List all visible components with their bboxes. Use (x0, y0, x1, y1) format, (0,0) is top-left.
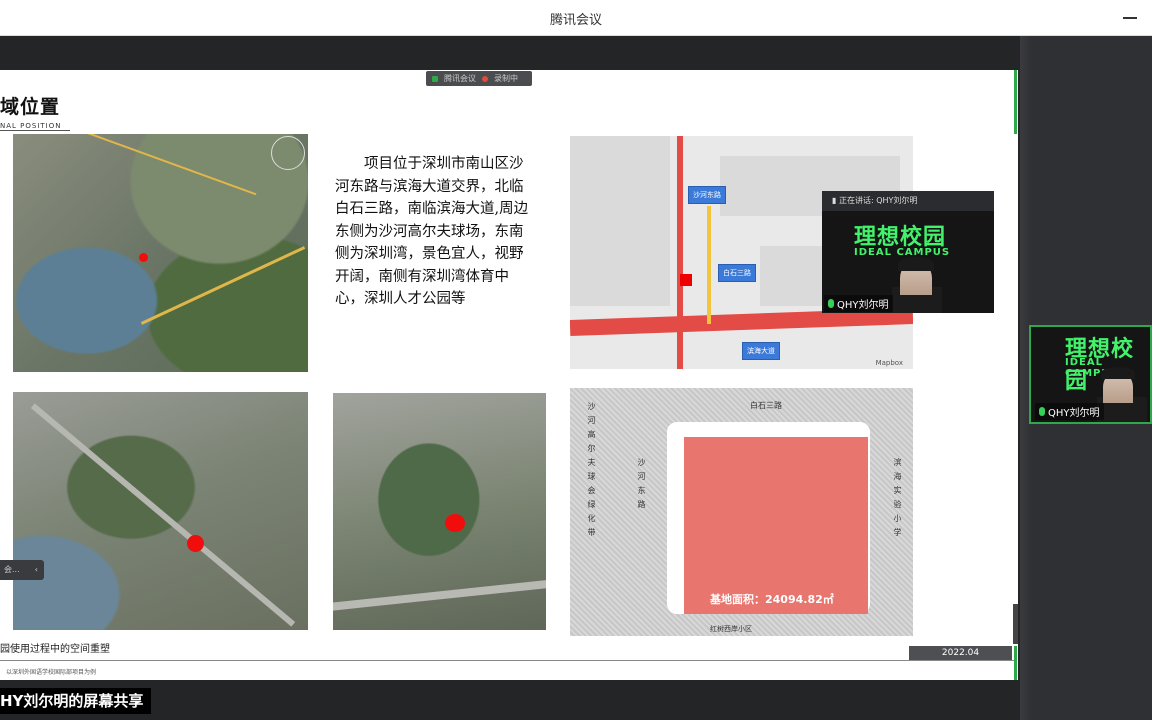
site-area (684, 437, 868, 614)
map-attribution: Mapbox (875, 359, 903, 367)
record-icon (482, 75, 488, 82)
slide-title: 域位置 (0, 96, 61, 118)
site-plan: 白石三路 沙河高尔夫球会绿化带 沙河东路 滨海实验小学 基地面积：24094.8… (570, 388, 913, 636)
mic-icon (1039, 407, 1045, 416)
site-marker (187, 535, 204, 552)
title-bar: 腾讯会议 (0, 0, 1152, 36)
participant-name: QHY刘尔明 (1035, 403, 1104, 420)
meeting-icon (432, 75, 438, 82)
participant-name: QHY刘尔明 (824, 295, 893, 312)
slide-footer-title: 园使用过程中的空间重塑 (0, 644, 110, 655)
speaking-indicator: ▮ 正在讲话: QHY刘尔明 (822, 191, 994, 211)
satellite-region-image (13, 134, 308, 372)
map-label-baishi: 白石三路 (718, 264, 756, 282)
slide-footer-subtitle: 以深圳外国语学校国际部项目为例 (6, 669, 97, 676)
slide-subtitle: NAL POSITION (0, 122, 62, 130)
slide-date: 2022.04 (909, 646, 1012, 660)
plan-road-bottom: 红树西岸小区 (710, 625, 752, 633)
share-border (1014, 70, 1017, 134)
plan-road-top: 白石三路 (750, 401, 782, 410)
site-marker (680, 274, 692, 286)
record-status: 录制中 (494, 74, 518, 83)
speaker-video-tile[interactable]: ▮ 正在讲话: QHY刘尔明 理想校园 IDEAL CAMPUS QHY刘尔明 (822, 191, 994, 313)
share-border (1014, 646, 1017, 680)
site-marker (139, 253, 148, 262)
resize-handle[interactable] (1013, 604, 1018, 644)
speaking-icon: ▮ (832, 196, 839, 205)
footer-divider (0, 660, 1014, 661)
plan-text-right: 滨海实验小学 (893, 458, 902, 542)
aerial-image-wide (13, 392, 308, 630)
brand-en: IDEAL CAMPUS (854, 247, 951, 258)
plan-text-left: 沙河高尔夫球会绿化带 (587, 402, 596, 542)
site-marker (445, 514, 465, 532)
compass-icon (271, 136, 305, 170)
map-label-shahe: 沙河东路 (688, 186, 726, 204)
site-area-label: 基地面积：24094.82㎡ (710, 593, 834, 606)
map-label-binhai: 滨海大道 (742, 342, 780, 360)
self-video-tile[interactable]: 理想校园 IDEAL CAMPUS QHY刘尔明 (1029, 325, 1152, 424)
minimize-icon[interactable] (1120, 8, 1140, 28)
chevron-left-icon: ‹ (34, 565, 38, 574)
aerial-image-close (333, 393, 546, 630)
title-divider (0, 130, 70, 131)
project-description: 项目位于深圳市南山区沙河东路与滨海大道交界，北临白石三路，南临滨海大道,周边东侧… (335, 156, 529, 307)
plan-road-left: 沙河东路 (637, 458, 646, 514)
screen-share-label: HY刘尔明的屏幕共享 (0, 688, 152, 714)
share-app-label: 腾讯会议 (444, 74, 476, 83)
mic-icon (828, 299, 834, 308)
window-title: 腾讯会议 (549, 13, 602, 28)
collapse-panel-button[interactable]: 会... ‹ (0, 560, 44, 580)
share-status-bar[interactable]: 腾讯会议 录制中 (426, 71, 532, 86)
